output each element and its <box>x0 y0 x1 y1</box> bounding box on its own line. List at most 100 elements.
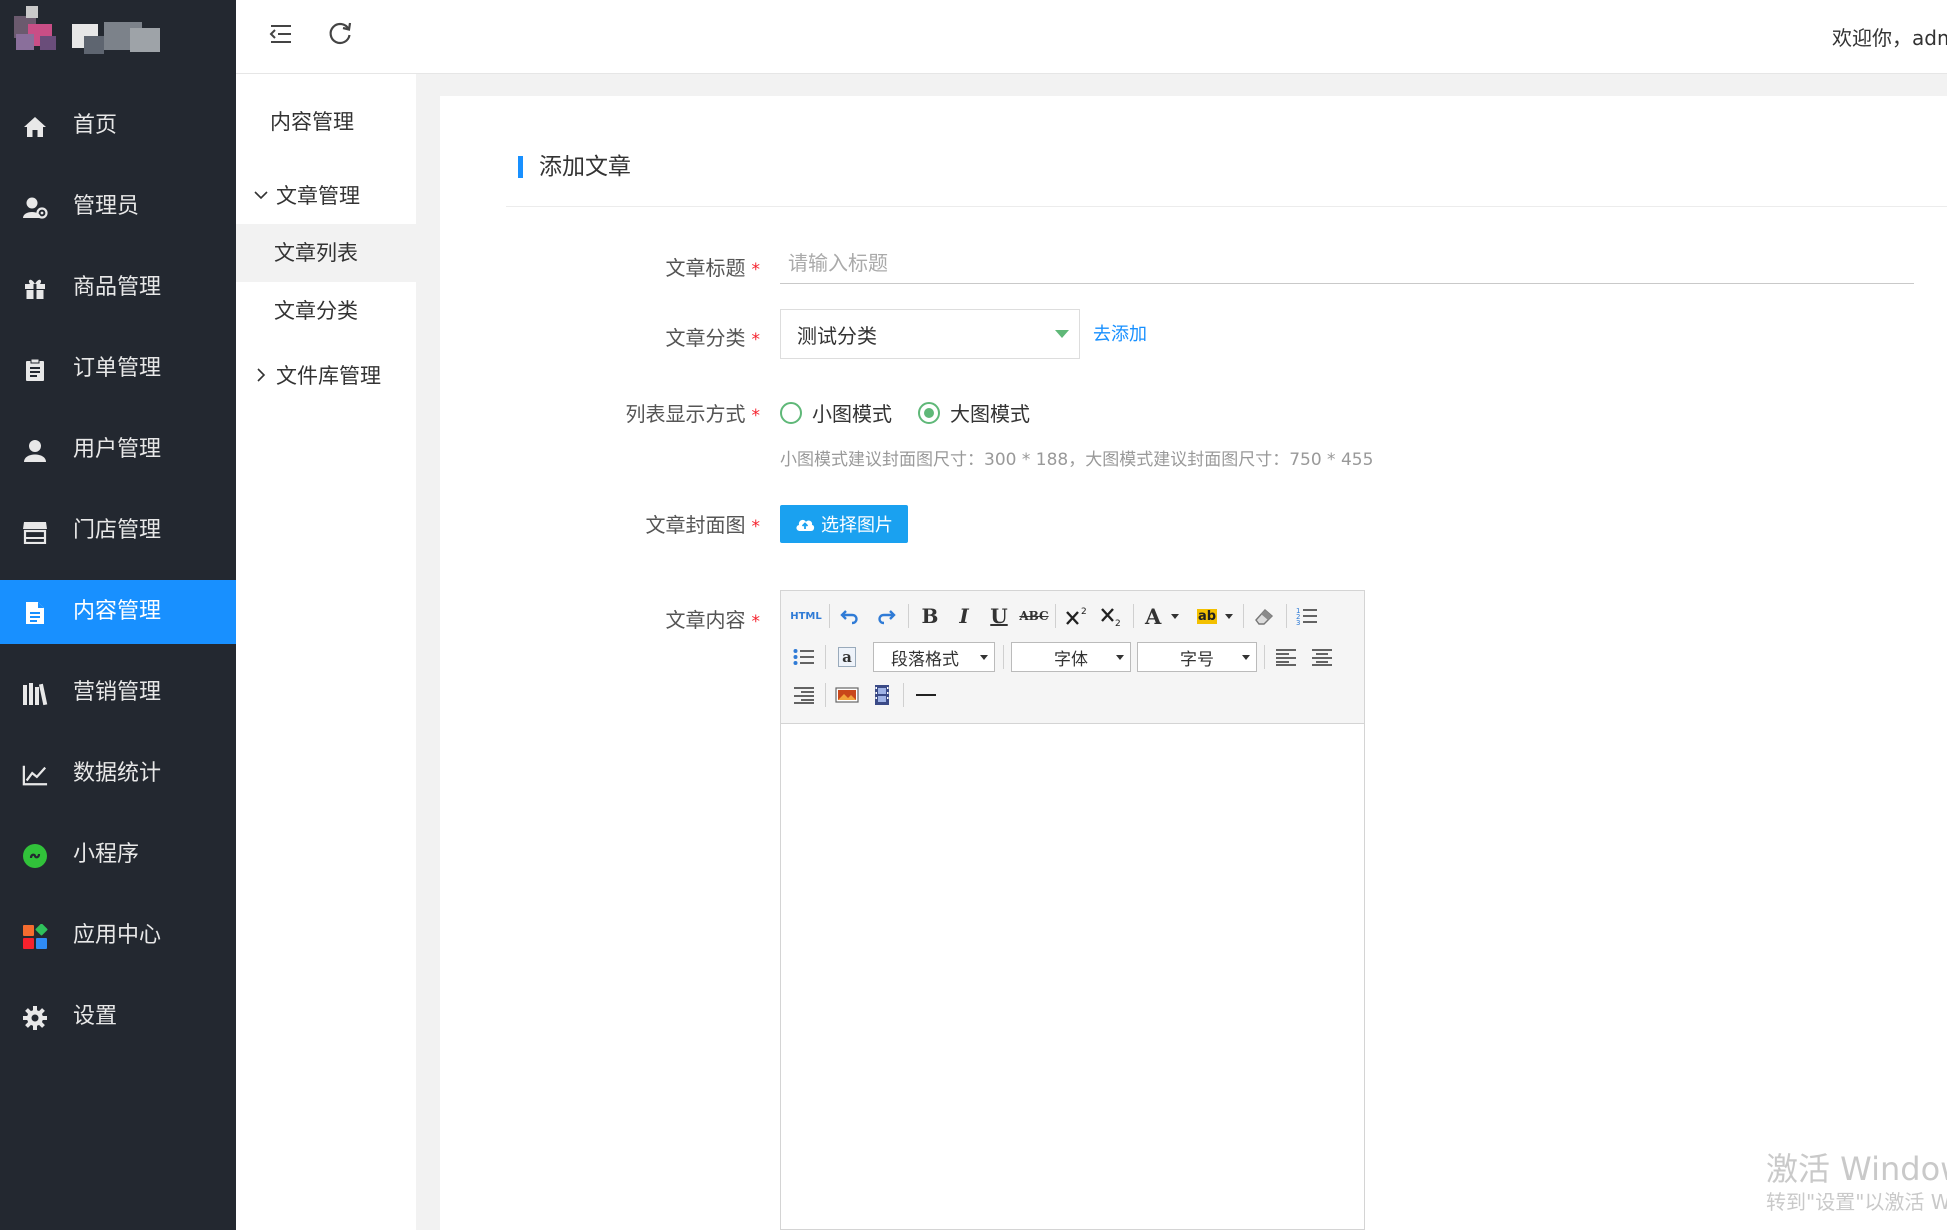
sidebar-item-settings[interactable]: 设置 <box>0 985 236 1049</box>
logo <box>14 6 176 62</box>
submenu-group-articles[interactable]: 文章管理 <box>252 180 360 210</box>
collapse-menu-button[interactable] <box>262 18 298 54</box>
font-size-label: 字号 <box>1180 649 1214 670</box>
redo-icon <box>878 610 896 625</box>
radio-large-mode[interactable]: 大图模式 <box>918 398 1030 427</box>
ordered-list-icon: 123 <box>1296 607 1317 626</box>
title-input[interactable] <box>780 242 1914 284</box>
title-label: 文章标题 * <box>480 252 761 281</box>
insert-video-button[interactable] <box>867 680 897 710</box>
sidebar-item-label: 数据统计 <box>73 761 162 786</box>
sidebar-item-label: 订单管理 <box>73 356 162 381</box>
sub-menu: 内容管理 文章管理 文章列表 文章分类 文件库管理 <box>236 74 416 1230</box>
bold-button[interactable]: B <box>915 601 945 631</box>
font-color-button[interactable]: A <box>1139 601 1183 631</box>
font-family-select[interactable]: 字体 <box>1011 642 1131 672</box>
subscript-button[interactable]: 2 <box>1097 601 1127 631</box>
category-select[interactable]: 测试分类 <box>780 309 1080 359</box>
radio-small-mode[interactable]: 小图模式 <box>780 398 892 427</box>
windows-activation-watermark-subtitle: 转到"设置"以激活 Windows。 <box>1766 1190 1947 1214</box>
align-right-button[interactable] <box>789 680 819 710</box>
sidebar-item-mini-program[interactable]: 小程序 <box>0 823 236 887</box>
editor-toolbar: HTML B I U ABC 2 2 A ab 1 2 3 a 段落格式 字体 … <box>781 591 1364 724</box>
toolbar-separator <box>825 645 826 669</box>
align-center-button[interactable] <box>1307 642 1337 672</box>
welcome-text[interactable]: 欢迎你，admin <box>1832 22 1947 51</box>
submenu-item-article-category[interactable]: 文章分类 <box>236 282 416 340</box>
cover-label-text: 文章封面图 <box>645 513 746 537</box>
sidebar-item-content[interactable]: 内容管理 <box>0 580 236 644</box>
add-category-link[interactable]: 去添加 <box>1093 320 1147 346</box>
chart-line-icon <box>22 762 48 788</box>
submenu-group-label: 文章管理 <box>276 184 360 208</box>
toolbar-separator <box>1055 604 1056 628</box>
toolbar-separator <box>903 683 904 707</box>
toolbar-separator <box>825 683 826 707</box>
redo-button[interactable] <box>871 601 901 631</box>
caret-down-icon <box>1055 330 1069 338</box>
radio-checked-icon <box>918 401 940 424</box>
subscript-icon: 2 <box>1101 608 1121 627</box>
italic-button[interactable]: I <box>949 601 979 631</box>
caret-down-icon <box>1225 614 1233 619</box>
caret-down-icon <box>1171 614 1179 619</box>
select-image-button[interactable]: 选择图片 <box>780 505 908 543</box>
caret-down-icon <box>1242 655 1250 660</box>
sidebar-item-orders[interactable]: 订单管理 <box>0 337 236 401</box>
html-source-button[interactable]: HTML <box>789 601 823 631</box>
content-label-text: 文章内容 <box>665 608 746 632</box>
refresh-button[interactable] <box>322 18 358 54</box>
menu-fold-icon <box>268 24 292 48</box>
ordered-list-button[interactable]: 123 <box>1292 601 1322 631</box>
sidebar-item-users[interactable]: 用户管理 <box>0 418 236 482</box>
superscript-button[interactable]: 2 <box>1062 601 1092 631</box>
align-center-icon <box>1312 649 1332 666</box>
underline-icon: U <box>990 604 1008 628</box>
anchor-button[interactable]: a <box>832 642 862 672</box>
svg-text:2: 2 <box>1081 607 1087 617</box>
gift-icon <box>22 276 48 302</box>
strikethrough-icon: ABC <box>1019 609 1049 623</box>
sidebar-item-statistics[interactable]: 数据统计 <box>0 742 236 806</box>
highlight-color-button[interactable]: ab <box>1193 601 1237 631</box>
sidebar-item-goods[interactable]: 商品管理 <box>0 256 236 320</box>
eraser-icon <box>1255 609 1274 625</box>
sidebar-item-admin[interactable]: 管理员 <box>0 175 236 239</box>
toolbar-separator <box>1264 645 1265 669</box>
sidebar-item-label: 管理员 <box>73 194 140 219</box>
html-source-icon: HTML <box>790 610 822 622</box>
sidebar-item-home[interactable]: 首页 <box>0 94 236 158</box>
submenu-item-article-list[interactable]: 文章列表 <box>236 224 416 282</box>
title-label-text: 文章标题 <box>665 256 746 280</box>
rich-text-editor: HTML B I U ABC 2 2 A ab 1 2 3 a 段落格式 字体 … <box>780 590 1365 1230</box>
paragraph-format-select[interactable]: 段落格式 <box>873 642 995 672</box>
sidebar-item-stores[interactable]: 门店管理 <box>0 499 236 563</box>
submenu-group-label: 文件库管理 <box>276 364 381 388</box>
align-left-button[interactable] <box>1271 642 1301 672</box>
submenu-group-file-library[interactable]: 文件库管理 <box>252 360 381 390</box>
underline-button[interactable]: U <box>984 601 1014 631</box>
sidebar-item-label: 小程序 <box>73 842 140 867</box>
toolbar-separator <box>1003 645 1004 669</box>
unordered-list-button[interactable] <box>789 642 819 672</box>
sidebar-item-marketing[interactable]: 营销管理 <box>0 661 236 725</box>
sidebar-item-app-center[interactable]: 应用中心 <box>0 904 236 968</box>
top-bar: 欢迎你，admin <box>236 0 1947 74</box>
eraser-button[interactable] <box>1249 601 1279 631</box>
sidebar-item-label: 首页 <box>73 113 118 138</box>
italic-icon: I <box>959 604 969 628</box>
video-icon <box>875 685 889 705</box>
sidebar-item-label: 商品管理 <box>73 275 162 300</box>
undo-button[interactable] <box>835 601 865 631</box>
toolbar-separator <box>1243 604 1244 628</box>
insert-image-button[interactable] <box>832 680 862 710</box>
editor-content-area[interactable] <box>781 725 1364 1229</box>
strikethrough-button[interactable]: ABC <box>1019 601 1049 631</box>
home-icon <box>22 114 48 140</box>
font-size-select[interactable]: 字号 <box>1137 642 1257 672</box>
horizontal-rule-button[interactable] <box>911 680 941 710</box>
chevron-right-icon <box>252 366 270 384</box>
content-label: 文章内容 * <box>480 604 761 633</box>
toolbar-separator <box>908 604 909 628</box>
submenu-title: 内容管理 <box>270 110 354 134</box>
